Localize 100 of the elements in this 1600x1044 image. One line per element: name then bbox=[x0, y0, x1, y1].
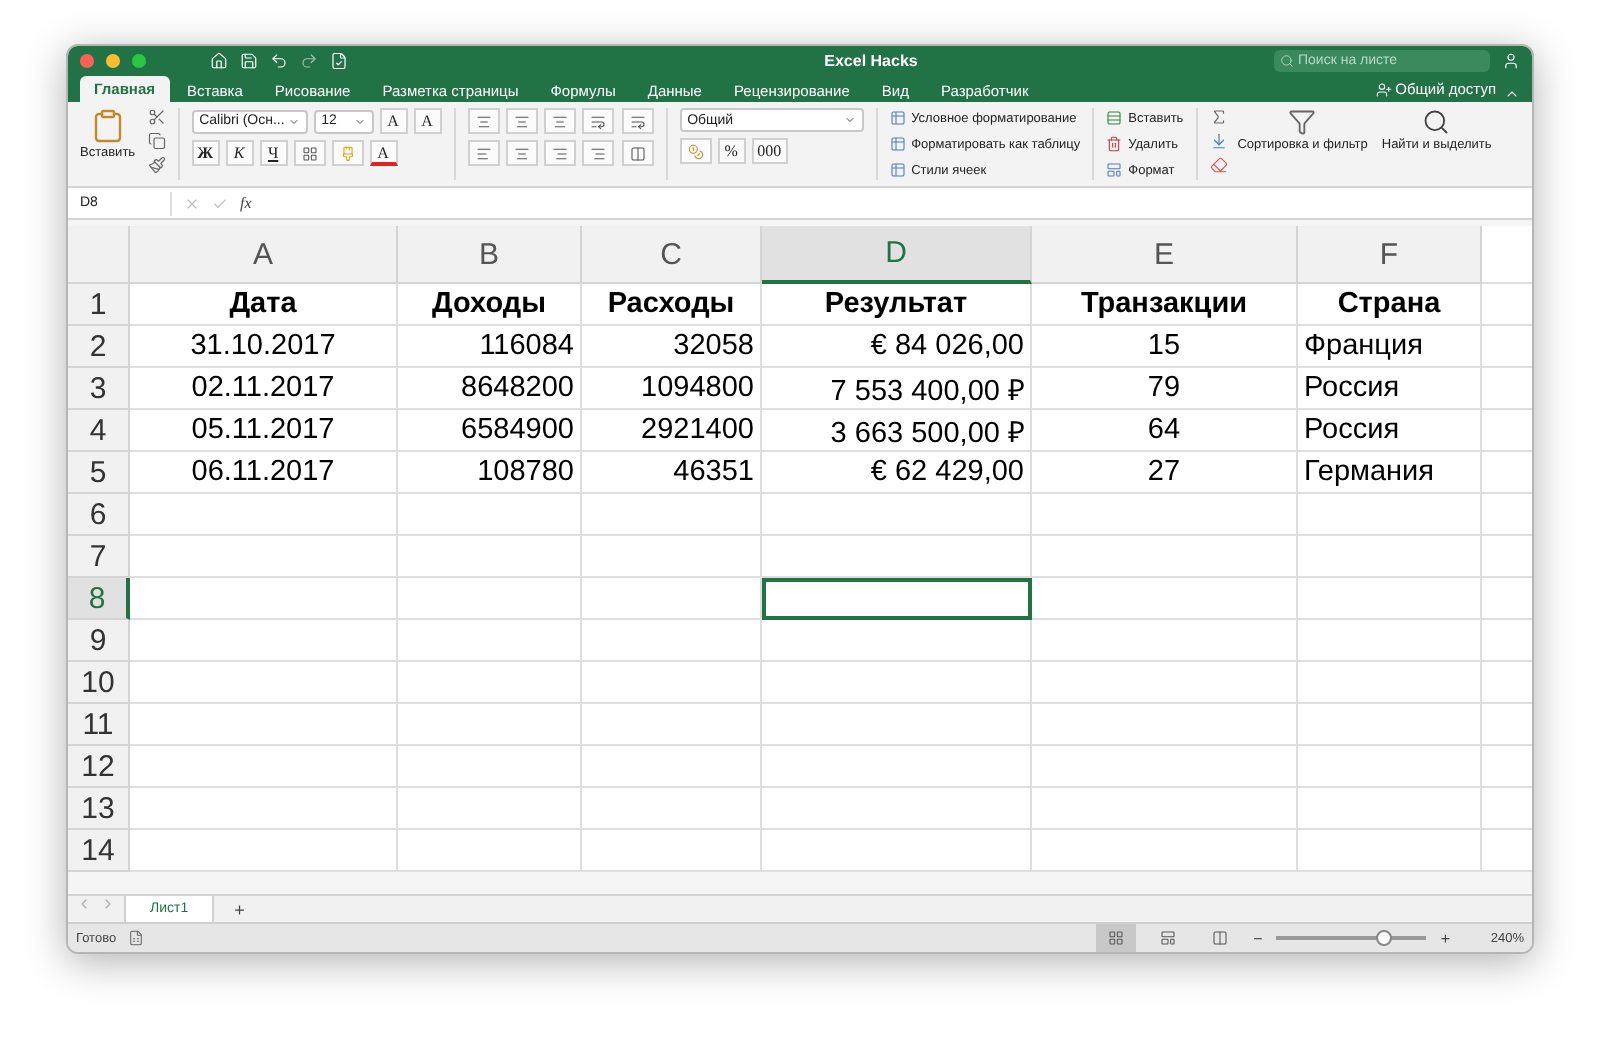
minimize-button[interactable] bbox=[106, 53, 120, 67]
bold-button[interactable]: Ж bbox=[191, 140, 220, 166]
cell-value: 3 663 500,00 ₽ bbox=[830, 416, 1024, 450]
borders-button[interactable] bbox=[293, 140, 326, 166]
grow-font-button[interactable]: A bbox=[379, 108, 408, 134]
italic-button[interactable]: К bbox=[225, 140, 254, 166]
align-right-icon bbox=[551, 145, 568, 161]
coins-icon bbox=[687, 143, 704, 159]
cut-icon[interactable] bbox=[147, 108, 166, 126]
wrap-text-button[interactable] bbox=[621, 108, 654, 134]
cell-value: 1094800 bbox=[641, 372, 754, 404]
thousands-button[interactable]: 000 bbox=[751, 138, 788, 164]
search-icon bbox=[1422, 108, 1451, 136]
selected-cell[interactable] bbox=[762, 578, 1032, 620]
row-header[interactable]: 11 bbox=[68, 704, 130, 746]
row-header[interactable]: 4 bbox=[68, 410, 130, 452]
user-icon[interactable] bbox=[1502, 51, 1520, 69]
next-sheet-icon[interactable] bbox=[100, 896, 116, 912]
rows-icon bbox=[1106, 110, 1123, 126]
row-header[interactable]: 7 bbox=[68, 536, 130, 578]
previous-sheet-icon[interactable] bbox=[76, 896, 92, 912]
align-right-button[interactable] bbox=[543, 140, 576, 166]
align-icon bbox=[475, 113, 492, 129]
column-header[interactable]: C bbox=[582, 226, 762, 284]
undo-icon[interactable] bbox=[270, 51, 288, 69]
merge-button[interactable] bbox=[621, 140, 654, 166]
align-left-button[interactable] bbox=[467, 140, 500, 166]
align-top-button[interactable] bbox=[467, 108, 500, 134]
grid-icon bbox=[1107, 930, 1124, 946]
caret-icon bbox=[843, 114, 856, 126]
row-header[interactable]: 8 bbox=[68, 578, 130, 620]
align-bottom-button[interactable] bbox=[543, 108, 576, 134]
align-icon bbox=[551, 113, 568, 129]
row-header[interactable]: 9 bbox=[68, 620, 130, 662]
row-header[interactable]: 1 bbox=[68, 284, 130, 326]
add-sheet-button[interactable]: + bbox=[222, 896, 257, 922]
cell-value: 2921400 bbox=[641, 414, 754, 446]
function-button[interactable]: fx bbox=[240, 194, 252, 212]
column-header[interactable]: F bbox=[1298, 226, 1482, 284]
save-icon[interactable] bbox=[240, 51, 258, 69]
row-header[interactable]: 12 bbox=[68, 746, 130, 788]
cell-value: 64 bbox=[1147, 414, 1181, 446]
row-header[interactable]: 10 bbox=[68, 662, 130, 704]
fill-icon[interactable] bbox=[1209, 132, 1228, 150]
caret-icon bbox=[287, 115, 300, 127]
column-header[interactable]: D bbox=[762, 226, 1032, 284]
align-middle-button[interactable] bbox=[505, 108, 538, 134]
row-header[interactable]: 14 bbox=[68, 830, 130, 872]
page-break-icon bbox=[1211, 930, 1228, 946]
row-header[interactable]: 5 bbox=[68, 452, 130, 494]
column-title: Страна bbox=[1337, 288, 1441, 320]
home-icon[interactable] bbox=[210, 51, 228, 69]
cell-value: 06.11.2017 bbox=[191, 456, 335, 488]
maximize-button[interactable] bbox=[132, 53, 146, 67]
slider-thumb[interactable] bbox=[1376, 930, 1393, 946]
cell-value: 02.11.2017 bbox=[191, 372, 335, 404]
copy-icon[interactable] bbox=[147, 132, 166, 150]
document-check-icon[interactable] bbox=[330, 51, 348, 69]
column-title: Транзакции bbox=[1080, 288, 1248, 320]
cell-value: 7 553 400,00 ₽ bbox=[830, 374, 1024, 408]
cell-value: Германия bbox=[1304, 456, 1435, 488]
font-color-button[interactable]: A bbox=[369, 140, 398, 166]
orientation-button[interactable] bbox=[581, 108, 614, 134]
column-header[interactable]: A bbox=[130, 226, 398, 284]
percent-button[interactable]: % bbox=[717, 138, 746, 164]
cell-value: 116084 bbox=[479, 330, 574, 362]
cell-value: 79 bbox=[1147, 372, 1181, 404]
format-painter-icon[interactable] bbox=[147, 156, 166, 174]
wrap-icon bbox=[629, 113, 646, 129]
cell-value: 32058 bbox=[673, 330, 754, 362]
redo-icon[interactable] bbox=[300, 51, 318, 69]
table-icon bbox=[889, 162, 906, 178]
underline-button[interactable]: Ч bbox=[259, 140, 288, 166]
indent-button[interactable] bbox=[581, 140, 614, 166]
align-center-button[interactable] bbox=[505, 140, 538, 166]
row-header[interactable]: 2 bbox=[68, 326, 130, 368]
cell-value: 46351 bbox=[673, 456, 754, 488]
row-header[interactable]: 3 bbox=[68, 368, 130, 410]
shrink-font-button[interactable]: A bbox=[413, 108, 442, 134]
row-header[interactable]: 6 bbox=[68, 494, 130, 536]
fill-color-button[interactable] bbox=[331, 140, 364, 166]
column-header[interactable]: B bbox=[398, 226, 582, 284]
collapse-icon[interactable] bbox=[1504, 86, 1520, 102]
row-header[interactable]: 13 bbox=[68, 788, 130, 830]
currency-button[interactable] bbox=[679, 138, 712, 164]
filter-icon bbox=[1288, 108, 1317, 136]
zoom-in-button[interactable]: + bbox=[1438, 929, 1452, 947]
zoom-out-button[interactable]: − bbox=[1251, 929, 1265, 947]
add-user-icon bbox=[1375, 81, 1392, 97]
eraser-icon[interactable] bbox=[1209, 156, 1228, 174]
clipboard-icon bbox=[89, 108, 126, 144]
view-button[interactable] bbox=[1095, 924, 1136, 952]
column-title: Результат bbox=[824, 288, 968, 320]
align-icon bbox=[513, 113, 530, 129]
cell-value: 8648200 bbox=[461, 372, 574, 404]
table-icon bbox=[889, 136, 906, 152]
column-header[interactable]: E bbox=[1032, 226, 1298, 284]
cell-value: 6584900 bbox=[461, 414, 574, 446]
sum-icon[interactable] bbox=[1209, 108, 1228, 126]
cell-value: 31.10.2017 bbox=[190, 330, 336, 362]
